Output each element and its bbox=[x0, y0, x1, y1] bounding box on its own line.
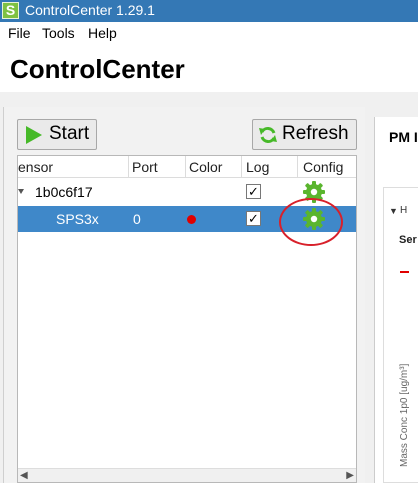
device-panel: Start Refresh ensor Port Color Log Confi… bbox=[3, 107, 365, 483]
page-title: ControlCenter bbox=[10, 54, 185, 84]
menu-tools[interactable]: Tools bbox=[42, 25, 75, 41]
scroll-right-icon[interactable]: ▶ bbox=[346, 470, 354, 481]
highlight-annotation bbox=[279, 198, 343, 246]
app-header: ControlCenter bbox=[0, 44, 418, 92]
menu-bar: File Tools Help bbox=[0, 22, 418, 44]
chart-panel: PM I ▼ H Ser Mass Conc 1p0 [ug/m³] bbox=[374, 117, 418, 483]
scroll-left-icon[interactable]: ◀ bbox=[20, 470, 28, 481]
port-value: 0 bbox=[133, 211, 141, 227]
menu-help[interactable]: Help bbox=[88, 25, 117, 41]
series-label: Ser bbox=[399, 234, 417, 246]
refresh-button[interactable]: Refresh bbox=[252, 119, 357, 150]
collapse-arrow-icon[interactable]: ▼ bbox=[389, 206, 398, 216]
menu-file[interactable]: File bbox=[8, 25, 31, 41]
series-color-marker bbox=[400, 271, 409, 273]
log-checkbox[interactable]: ✓ bbox=[246, 184, 261, 199]
collapse-label: H bbox=[400, 205, 408, 216]
color-dot[interactable] bbox=[187, 215, 196, 224]
column-log[interactable]: Log bbox=[246, 159, 269, 175]
column-config[interactable]: Config bbox=[303, 159, 343, 175]
column-color[interactable]: Color bbox=[189, 159, 222, 175]
tab-pm[interactable]: PM I bbox=[389, 129, 418, 145]
start-button-label: Start bbox=[49, 123, 90, 144]
log-checkbox[interactable]: ✓ bbox=[246, 211, 261, 226]
app-icon: S bbox=[2, 2, 19, 19]
column-port[interactable]: Port bbox=[132, 159, 158, 175]
refresh-icon bbox=[259, 126, 277, 144]
window-title: ControlCenter 1.29.1 bbox=[25, 2, 155, 18]
y-axis-label: Mass Conc 1p0 [ug/m³] bbox=[399, 363, 410, 467]
start-button[interactable]: Start bbox=[17, 119, 97, 150]
expand-arrow-icon[interactable] bbox=[18, 188, 26, 196]
horizontal-scrollbar[interactable]: ◀ ▶ bbox=[18, 468, 356, 482]
refresh-button-label: Refresh bbox=[282, 123, 349, 144]
table-header: ensor Port Color Log Config bbox=[18, 156, 356, 178]
column-sensor[interactable]: ensor bbox=[18, 159, 53, 175]
play-icon bbox=[26, 126, 42, 144]
device-name: 1b0c6f17 bbox=[35, 184, 93, 200]
title-bar: S ControlCenter 1.29.1 bbox=[0, 0, 418, 22]
sensor-name: SPS3x bbox=[56, 211, 99, 227]
